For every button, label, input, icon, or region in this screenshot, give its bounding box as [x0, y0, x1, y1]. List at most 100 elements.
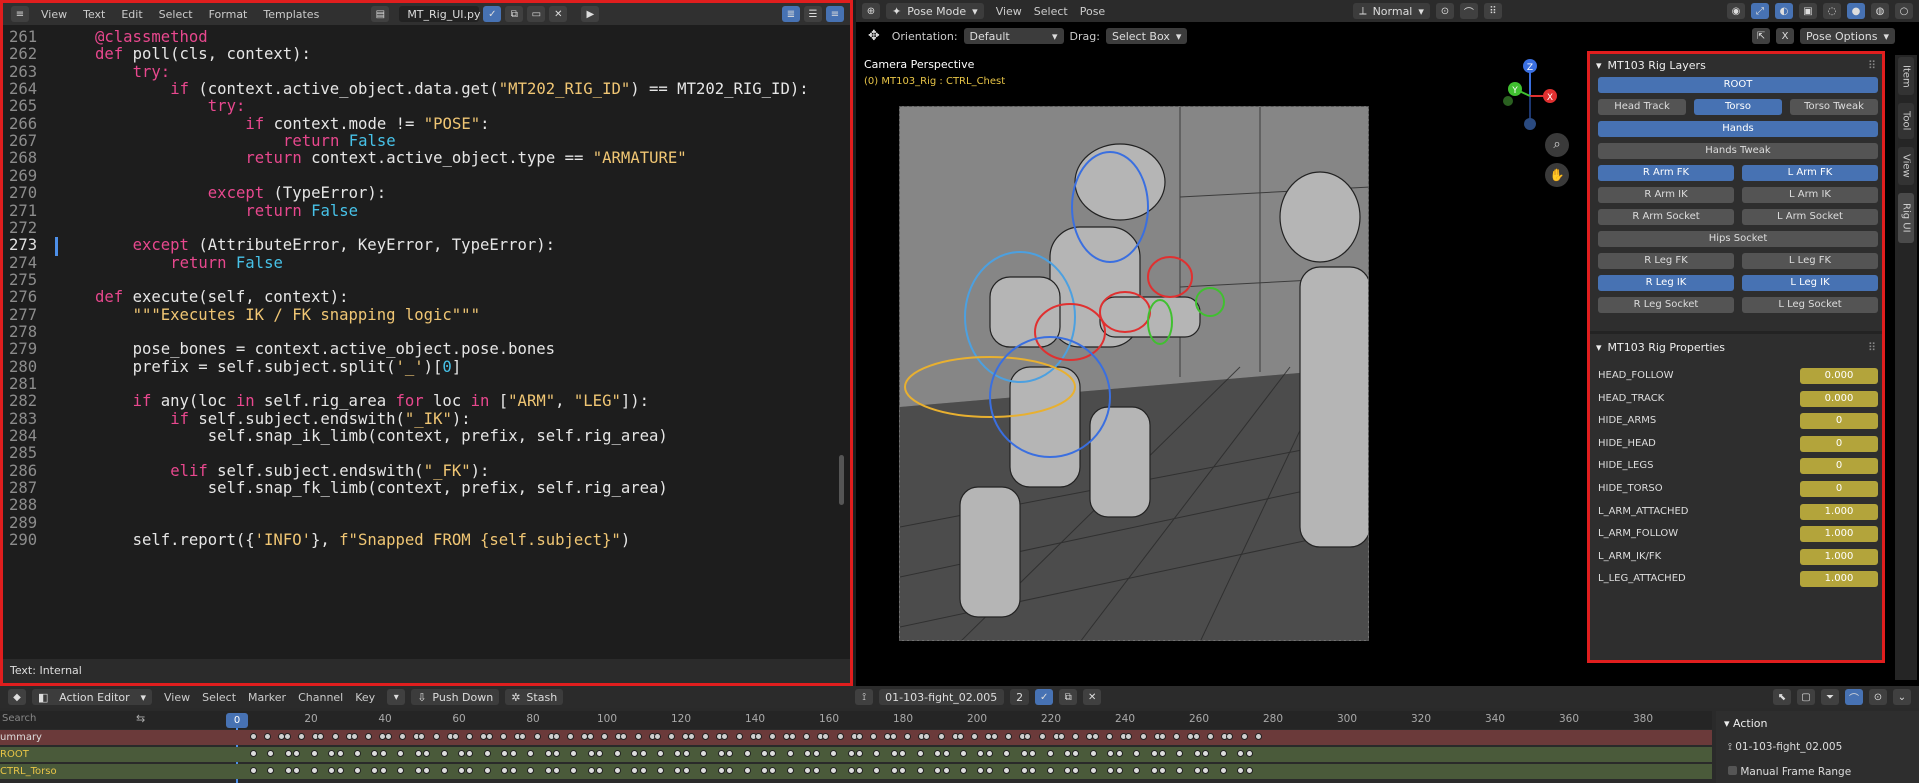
navigation-gizmo[interactable]: Z Y X — [1500, 56, 1570, 136]
keyframe[interactable] — [1159, 767, 1166, 774]
keyframe[interactable] — [943, 767, 950, 774]
keyframe-strip[interactable] — [250, 733, 1270, 742]
keyframe[interactable] — [726, 750, 733, 757]
rig-layer-l-leg-fk-button[interactable]: L Leg FK — [1742, 253, 1878, 269]
action-panel-name[interactable]: ⟟ 01-103-fight_02.005 — [1728, 741, 1842, 754]
keyframe[interactable] — [250, 750, 257, 757]
keyframe[interactable] — [1194, 767, 1201, 774]
proportional-edit-icon[interactable]: ⊙ — [1869, 689, 1887, 705]
keyframe[interactable] — [385, 733, 392, 740]
keyframe-strip[interactable] — [250, 750, 1270, 759]
keyframe[interactable] — [380, 750, 387, 757]
keyframe[interactable] — [441, 750, 448, 757]
keyframe[interactable] — [856, 733, 863, 740]
keyframe[interactable] — [1090, 767, 1097, 774]
keyframe[interactable] — [328, 750, 335, 757]
keyframe[interactable] — [726, 767, 733, 774]
keyframe[interactable] — [452, 733, 459, 740]
viewport-menu-pose[interactable]: Pose — [1074, 5, 1111, 18]
rig-layer-l-arm-fk-button[interactable]: L Arm FK — [1742, 165, 1878, 181]
keyframe[interactable] — [397, 750, 404, 757]
close-icon[interactable]: X — [1776, 28, 1795, 44]
action-panel-header[interactable]: ▾ Action — [1724, 717, 1767, 730]
keyframe[interactable] — [570, 750, 577, 757]
keyframe[interactable] — [534, 733, 541, 740]
keyframe[interactable] — [1246, 750, 1253, 757]
keyframe[interactable] — [1255, 733, 1262, 740]
rig-property-value-field[interactable]: 1.000 — [1800, 503, 1878, 520]
editor-menu-format[interactable]: Format — [201, 8, 256, 21]
keyframe[interactable] — [553, 733, 560, 740]
keyframe[interactable] — [986, 767, 993, 774]
keyframe[interactable] — [657, 767, 664, 774]
keyframe[interactable] — [267, 750, 274, 757]
run-script-icon[interactable]: ▶ — [581, 6, 600, 22]
keyframe[interactable] — [1151, 750, 1158, 757]
keyframe[interactable] — [1173, 733, 1180, 740]
keyframe[interactable] — [250, 733, 257, 740]
keyframe[interactable] — [1133, 767, 1140, 774]
editor-menu-select[interactable]: Select — [151, 8, 201, 21]
keyframe[interactable] — [1092, 733, 1099, 740]
swap-icon[interactable]: ⇆ — [136, 712, 145, 725]
rig-layer-r-leg-fk-button[interactable]: R Leg FK — [1598, 253, 1734, 269]
channel-row[interactable]: ummary — [0, 730, 1712, 745]
keyframe[interactable] — [298, 733, 305, 740]
keyframe[interactable] — [769, 733, 776, 740]
drag-handle-icon[interactable]: ⠿ — [1868, 59, 1876, 72]
keyframe[interactable] — [1125, 733, 1132, 740]
rig-layer-hips-socket-button[interactable]: Hips Socket — [1598, 231, 1878, 247]
keyframe[interactable] — [804, 767, 811, 774]
keyframe[interactable] — [700, 750, 707, 757]
rig-layer-r-leg-ik-button[interactable]: R Leg IK — [1598, 275, 1734, 291]
action-browse-icon[interactable]: ⟟ — [855, 689, 874, 705]
tab-rig-ui[interactable]: Rig UI — [1898, 193, 1914, 243]
drag-dropdown[interactable]: Select Box ▾ — [1105, 28, 1188, 44]
keyframe[interactable] — [351, 733, 358, 740]
keyframe[interactable] — [890, 733, 897, 740]
keyframe[interactable] — [1226, 733, 1233, 740]
rig-property-value-field[interactable]: 1.000 — [1800, 548, 1878, 565]
keyframe[interactable] — [510, 767, 517, 774]
keyframe[interactable] — [971, 733, 978, 740]
channel-row[interactable]: CTRL_Torso — [0, 764, 1712, 779]
show-errors-icon[interactable]: ▢ — [1797, 689, 1815, 705]
transform-orientation-dropdown[interactable]: ⟂ Normal ▾ — [1353, 3, 1430, 19]
editor-menu-edit[interactable]: Edit — [113, 8, 150, 21]
keyframe[interactable] — [1047, 767, 1054, 774]
keyframe[interactable] — [545, 767, 552, 774]
keyframe[interactable] — [761, 767, 768, 774]
keyframe[interactable] — [934, 750, 941, 757]
keyframe[interactable] — [683, 767, 690, 774]
keyframe[interactable] — [441, 767, 448, 774]
keyframe[interactable] — [960, 750, 967, 757]
syntax-highlight-toggle-icon[interactable]: ≡ — [826, 6, 844, 22]
keyframe[interactable] — [1003, 767, 1010, 774]
keyframe[interactable] — [553, 750, 560, 757]
keyframe[interactable] — [700, 767, 707, 774]
rendered-shading-icon[interactable]: ○ — [1895, 3, 1913, 19]
keyframe[interactable] — [830, 750, 837, 757]
rig-layer-torso-button[interactable]: Torso — [1694, 99, 1782, 115]
keyframe[interactable] — [674, 750, 681, 757]
keyframe[interactable] — [466, 733, 473, 740]
rig-layer-r-arm-ik-button[interactable]: R Arm IK — [1598, 187, 1734, 203]
rig-property-value-field[interactable]: 1.000 — [1800, 526, 1878, 543]
keyframe[interactable] — [596, 767, 603, 774]
pivot-point-icon[interactable]: ⊙ — [1435, 3, 1454, 19]
keyframe[interactable] — [769, 767, 776, 774]
tab-tool[interactable]: Tool — [1898, 103, 1914, 139]
keyframe[interactable] — [1176, 767, 1183, 774]
keyframe[interactable] — [761, 750, 768, 757]
keyframe[interactable] — [1133, 750, 1140, 757]
keyframe[interactable] — [501, 767, 508, 774]
editor-type-icon[interactable]: ≡ — [11, 6, 29, 22]
keyframe[interactable] — [293, 767, 300, 774]
keyframe[interactable] — [657, 750, 664, 757]
keyframe[interactable] — [587, 733, 594, 740]
keyframe[interactable] — [1064, 750, 1071, 757]
keyframe[interactable] — [311, 767, 318, 774]
keyframe[interactable] — [415, 767, 422, 774]
keyframe[interactable] — [848, 750, 855, 757]
rig-property-value-field[interactable]: 0.000 — [1800, 390, 1878, 407]
